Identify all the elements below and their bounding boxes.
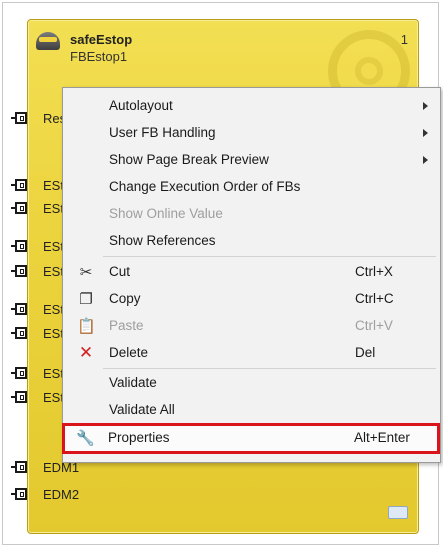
submenu-arrow-icon — [423, 129, 428, 137]
input-port-icon — [11, 240, 27, 252]
menu-item-label: User FB Handling — [109, 125, 216, 140]
input-port-icon — [11, 391, 27, 403]
menu-item-user-fb-handling[interactable]: User FB Handling — [63, 120, 440, 146]
menu-item-label: Change Execution Order of FBs — [109, 179, 301, 194]
menu-item-label: Delete — [109, 345, 149, 360]
input-port-icon — [11, 488, 27, 500]
input-port-icon — [11, 367, 27, 379]
submenu-arrow-icon — [423, 156, 428, 164]
fb-title: safeEstop — [70, 32, 133, 47]
input-port-icon — [11, 202, 27, 214]
wrench-icon: 🔧 — [76, 429, 95, 447]
menu-item-copy[interactable]: ❐ Copy Ctrl+C — [63, 286, 440, 312]
resize-handle-icon[interactable] — [388, 506, 408, 519]
menu-item-autolayout[interactable]: Autolayout — [63, 93, 440, 119]
menu-shortcut: Alt+Enter — [354, 430, 410, 445]
menu-separator — [103, 256, 436, 257]
menu-shortcut: Ctrl+V — [355, 318, 393, 333]
menu-separator — [103, 368, 436, 369]
menu-shortcut: Del — [355, 345, 376, 360]
menu-item-label: Autolayout — [109, 98, 173, 113]
menu-item-label: Paste — [109, 318, 144, 333]
estop-icon — [36, 32, 60, 50]
menu-item-show-page-break-preview[interactable]: Show Page Break Preview — [63, 147, 440, 173]
input-port-icon — [11, 461, 27, 473]
delete-icon: ✕ — [78, 343, 94, 363]
menu-item-label: Cut — [109, 264, 131, 279]
menu-item-validate[interactable]: Validate — [63, 370, 440, 396]
fb-instance-name: FBEstop1 — [70, 49, 128, 64]
menu-item-label: Properties — [108, 430, 170, 445]
context-menu: Autolayout User FB Handling Show Page Br… — [62, 87, 441, 463]
submenu-arrow-icon — [423, 102, 428, 110]
menu-item-change-execution-order[interactable]: Change Execution Order of FBs — [63, 174, 440, 200]
input-port-icon — [11, 327, 27, 339]
input-port-icon — [11, 179, 27, 191]
menu-item-delete[interactable]: ✕ Delete Del — [63, 340, 440, 366]
menu-shortcut: Ctrl+X — [355, 264, 393, 279]
menu-item-label: Show Page Break Preview — [109, 152, 269, 167]
menu-item-label: Show References — [109, 233, 216, 248]
cut-icon: ✂ — [79, 263, 93, 281]
menu-item-properties[interactable]: 🔧 Properties Alt+Enter — [62, 423, 440, 454]
paste-icon: 📋 — [77, 317, 96, 335]
menu-item-validate-all[interactable]: Validate All — [63, 397, 440, 423]
menu-item-paste: 📋 Paste Ctrl+V — [63, 313, 440, 339]
copy-icon: ❐ — [79, 290, 93, 308]
fb-number: 1 — [400, 32, 408, 47]
input-port-icon — [11, 303, 27, 315]
menu-item-cut[interactable]: ✂ Cut Ctrl+X — [63, 259, 440, 285]
menu-item-label: Validate — [109, 375, 157, 390]
menu-item-label: Copy — [109, 291, 141, 306]
menu-item-label: Validate All — [109, 402, 175, 417]
port-label: EDM2 — [43, 487, 80, 502]
menu-item-show-references[interactable]: Show References — [63, 228, 440, 254]
input-port-icon — [11, 265, 27, 277]
menu-shortcut: Ctrl+C — [355, 291, 394, 306]
input-port-icon — [11, 112, 27, 124]
menu-item-show-online-value: Show Online Value — [63, 201, 440, 227]
menu-item-label: Show Online Value — [109, 206, 223, 221]
